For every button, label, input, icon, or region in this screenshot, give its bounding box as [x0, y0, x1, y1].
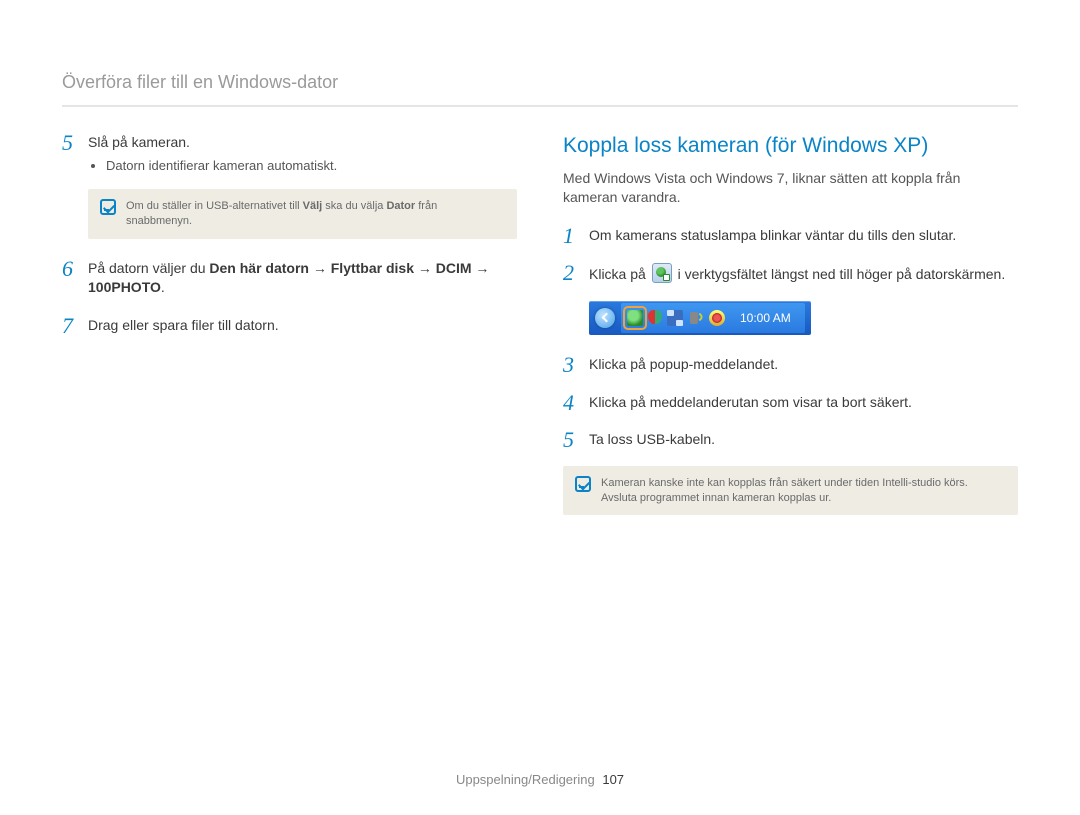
volume-icon	[690, 312, 698, 324]
note-box: Om du ställer in USB-alternativet till V…	[88, 189, 517, 239]
step-body: Om kamerans statuslampa blinkar väntar d…	[589, 224, 1018, 250]
step-body: Klicka på popup-meddelandet.	[589, 353, 1018, 379]
note-icon	[100, 199, 116, 215]
step-number: 2	[563, 261, 589, 285]
step-text: Om kamerans statuslampa blinkar väntar d…	[589, 226, 1018, 246]
step-text: Ta loss USB-kabeln.	[589, 430, 1018, 450]
note-bold-2: Dator	[386, 200, 415, 212]
step-r1: 1 Om kamerans statuslampa blinkar väntar…	[563, 224, 1018, 250]
left-column: 5 Slå på kameran. Datorn identifierar ka…	[62, 131, 517, 533]
note-text: Kameran kanske inte kan kopplas från säk…	[601, 476, 1006, 506]
footer-page-number: 107	[602, 772, 624, 787]
step-7: 7 Drag eller spara filer till datorn.	[62, 314, 517, 340]
step-number: 4	[563, 391, 589, 415]
taskbar: 10:00 AM	[589, 301, 811, 335]
note-box: Kameran kanske inte kan kopplas från säk…	[563, 466, 1018, 516]
taskbar-clock: 10:00 AM	[730, 310, 797, 327]
safely-remove-hardware-icon	[627, 310, 643, 326]
step-body: Klicka på meddelanderutan som visar ta b…	[589, 391, 1018, 417]
step-number: 1	[563, 224, 589, 248]
step-body: På datorn väljer du Den här datorn → Fly…	[88, 257, 517, 302]
section-intro: Med Windows Vista och Windows 7, liknar …	[563, 169, 1018, 208]
section-title: Koppla loss kameran (för Windows XP)	[563, 131, 1018, 160]
step-6: 6 På datorn väljer du Den här datorn → F…	[62, 257, 517, 302]
security-shield-icon	[648, 310, 662, 326]
step-r5: 5 Ta loss USB-kabeln.	[563, 428, 1018, 454]
step-post: .	[161, 279, 165, 295]
network-icon	[667, 310, 683, 326]
step-text: Slå på kameran.	[88, 133, 517, 153]
tray-expand-icon	[595, 308, 615, 328]
note-pre: Om du ställer in USB-alternativet till	[126, 200, 303, 212]
step-text: Klicka på i verktygsfältet längst ned ti…	[589, 263, 1018, 285]
step-5: 5 Slå på kameran. Datorn identifierar ka…	[62, 131, 517, 177]
page-footer: Uppspelning/Redigering 107	[0, 771, 1080, 789]
right-column: Koppla loss kameran (för Windows XP) Med…	[563, 131, 1018, 533]
step-number: 5	[563, 428, 589, 452]
step-number: 6	[62, 257, 88, 281]
step-pre: På datorn väljer du	[88, 260, 209, 276]
step-text: Klicka på meddelanderutan som visar ta b…	[589, 393, 1018, 413]
page: Överföra filer till en Windows-dator 5 S…	[0, 0, 1080, 815]
system-tray: 10:00 AM	[621, 303, 805, 333]
step-body: Ta loss USB-kabeln.	[589, 428, 1018, 454]
step-r2: 2 Klicka på i verktygsfältet längst ned …	[563, 261, 1018, 289]
step-text: Klicka på popup-meddelandet.	[589, 355, 1018, 375]
page-header: Överföra filer till en Windows-dator	[62, 70, 1018, 107]
bullet: Datorn identifierar kameran automatiskt.	[106, 157, 517, 175]
note-icon	[575, 476, 591, 492]
footer-section: Uppspelning/Redigering	[456, 772, 595, 787]
step-bullets: Datorn identifierar kameran automatiskt.	[88, 157, 517, 175]
step-number: 7	[62, 314, 88, 338]
taskbar-illustration: 10:00 AM	[589, 301, 1018, 335]
safely-remove-icon	[652, 263, 672, 283]
app-tray-icon	[709, 310, 725, 326]
content-columns: 5 Slå på kameran. Datorn identifierar ka…	[62, 131, 1018, 533]
step-text: På datorn väljer du Den här datorn → Fly…	[88, 259, 517, 298]
step-text: Drag eller spara filer till datorn.	[88, 316, 517, 336]
step-pre: Klicka på	[589, 266, 650, 282]
step-body: Drag eller spara filer till datorn.	[88, 314, 517, 340]
step-number: 3	[563, 353, 589, 377]
step-body: Slå på kameran. Datorn identifierar kame…	[88, 131, 517, 177]
step-r4: 4 Klicka på meddelanderutan som visar ta…	[563, 391, 1018, 417]
step-r3: 3 Klicka på popup-meddelandet.	[563, 353, 1018, 379]
note-bold-1: Välj	[303, 200, 323, 212]
step-post: i verktygsfältet längst ned till höger p…	[678, 266, 1006, 282]
step-number: 5	[62, 131, 88, 155]
step-body: Klicka på i verktygsfältet längst ned ti…	[589, 261, 1018, 289]
note-mid: ska du välja	[322, 200, 386, 212]
page-title: Överföra filer till en Windows-dator	[62, 72, 338, 92]
note-text: Om du ställer in USB-alternativet till V…	[126, 199, 505, 229]
